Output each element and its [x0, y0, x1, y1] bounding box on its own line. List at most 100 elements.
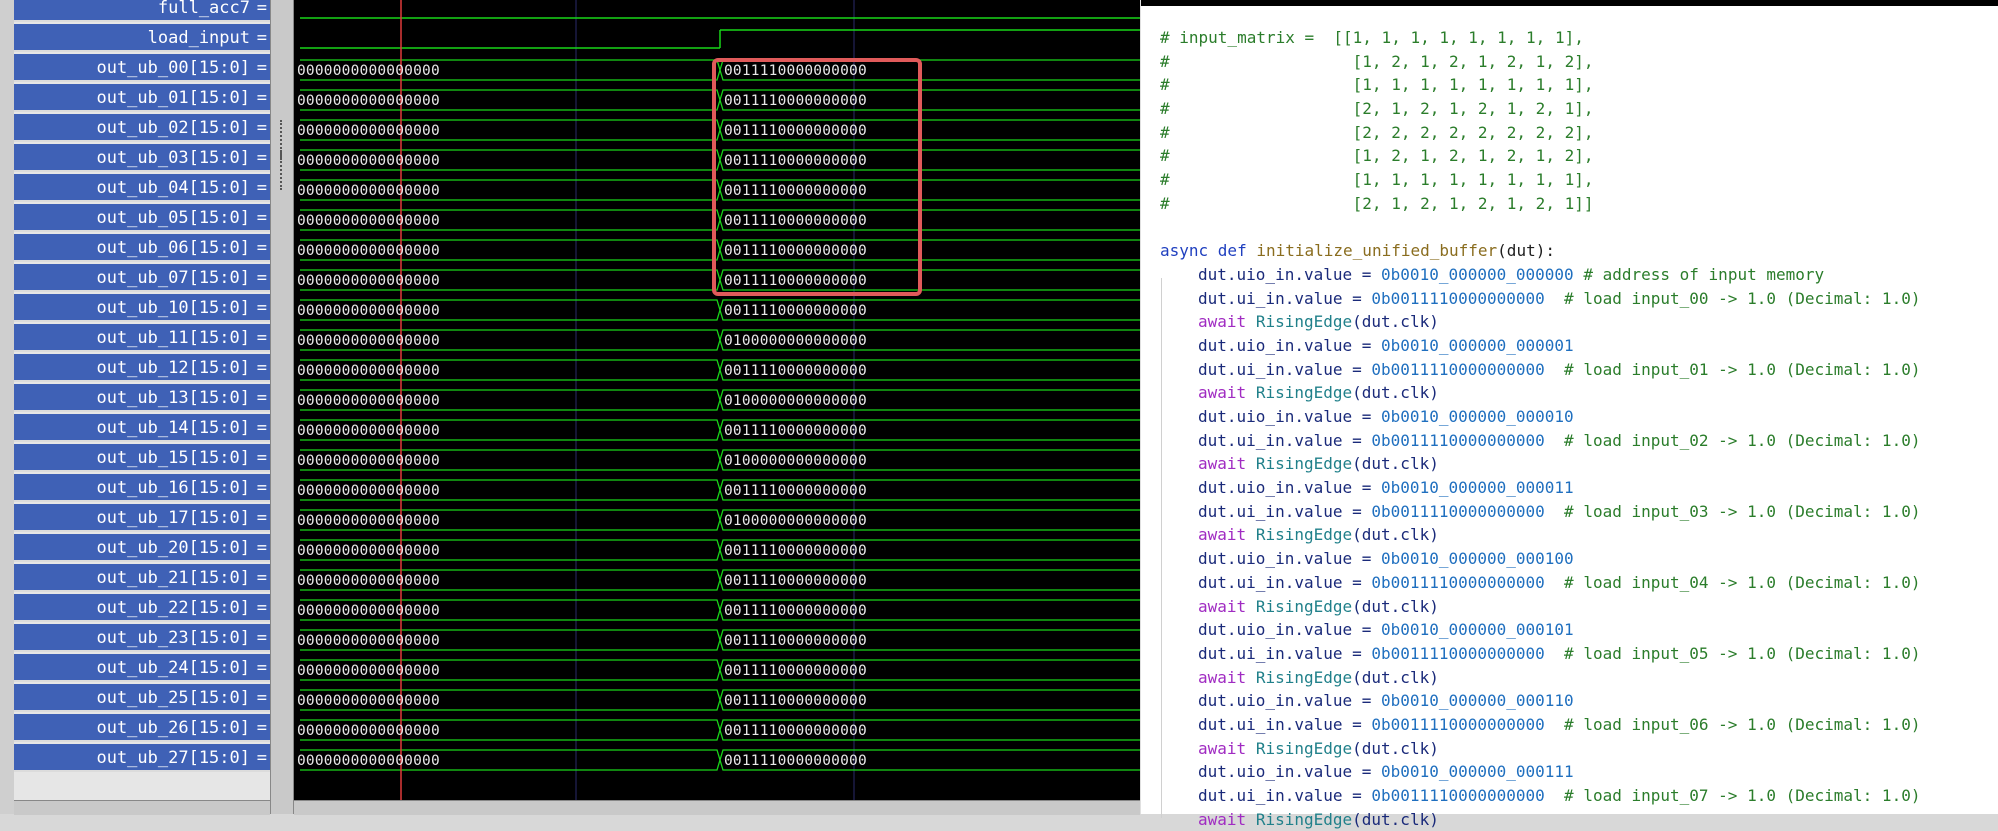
signal-row[interactable]: load_input =: [14, 24, 270, 52]
wave-value-initial: 0000000000000000: [297, 513, 440, 529]
comment-text: # [1, 2, 1, 2, 1, 2, 1, 2],: [1160, 51, 1594, 71]
wave-value-final: 0011110000000000: [724, 693, 867, 709]
signal-name: load_input: [147, 28, 250, 48]
signal-row[interactable]: out_ub_12[15:0] =: [14, 354, 270, 382]
uio-assign-target: dut.uio_in.value =: [1198, 549, 1382, 569]
waveform-scrollbar[interactable]: [294, 800, 1140, 815]
signal-equals: =: [256, 58, 267, 78]
signal-name: out_ub_07[15:0]: [96, 268, 250, 288]
uio-assign-line: dut.uio_in.value = 0b0010_000000_000011: [1160, 476, 1920, 500]
signal-row[interactable]: out_ub_20[15:0] =: [14, 534, 270, 562]
divider-grip-icon[interactable]: [280, 150, 286, 190]
wave-value-initial: 0000000000000000: [297, 213, 440, 229]
signal-row[interactable]: out_ub_21[15:0] =: [14, 564, 270, 592]
signal-row[interactable]: out_ub_01[15:0] =: [14, 84, 270, 112]
signal-row[interactable]: out_ub_10[15:0] =: [14, 294, 270, 322]
data-literal: 0b0011110000000000: [1371, 786, 1545, 805]
signal-name: out_ub_12[15:0]: [96, 358, 250, 378]
comment-line: # [1, 2, 1, 2, 1, 2, 1, 2],: [1160, 50, 1920, 74]
signal-row[interactable]: out_ub_11[15:0] =: [14, 324, 270, 352]
wave-value-initial: 0000000000000000: [297, 243, 440, 259]
signal-row[interactable]: out_ub_24[15:0] =: [14, 654, 270, 682]
signal-panel-scrollbar[interactable]: [14, 800, 270, 815]
wave-value-initial: 0000000000000000: [297, 393, 440, 409]
address-literal: 0b0010_000000_000111: [1381, 762, 1574, 782]
comment-line: # [1, 2, 1, 2, 1, 2, 1, 2],: [1160, 144, 1920, 168]
signal-equals: =: [256, 178, 267, 198]
clk-arg: (dut.clk): [1352, 596, 1439, 616]
signal-name: out_ub_21[15:0]: [96, 568, 250, 588]
signal-row[interactable]: out_ub_06[15:0] =: [14, 234, 270, 262]
comment-text: # [1, 1, 1, 1, 1, 1, 1, 1],: [1160, 170, 1594, 190]
wave-value-final: 0011110000000000: [724, 243, 867, 259]
wave-value-final: 0011110000000000: [724, 153, 867, 169]
signal-name: out_ub_26[15:0]: [96, 718, 250, 738]
function-params: (dut):: [1497, 241, 1555, 261]
wave-value-initial: 0000000000000000: [297, 693, 440, 709]
wave-value-final: 0100000000000000: [724, 453, 867, 469]
signal-row[interactable]: out_ub_07[15:0] =: [14, 264, 270, 292]
uio-assign-line: dut.uio_in.value = 0b0010_000000_000111: [1160, 760, 1920, 784]
await-keyword: await: [1198, 525, 1247, 545]
signal-row[interactable]: out_ub_02[15:0] =: [14, 114, 270, 142]
await-line: await RisingEdge(dut.clk): [1160, 666, 1920, 690]
await-keyword: await: [1198, 738, 1247, 758]
signal-name: out_ub_22[15:0]: [96, 598, 250, 618]
signal-equals: =: [256, 418, 267, 438]
signal-row[interactable]: out_ub_14[15:0] =: [14, 414, 270, 442]
comment-text: # [1, 2, 1, 2, 1, 2, 1, 2],: [1160, 146, 1594, 166]
signal-row[interactable]: out_ub_27[15:0] =: [14, 744, 270, 772]
wave-value-final: 0100000000000000: [724, 393, 867, 409]
data-literal: 0b0011110000000000: [1371, 288, 1545, 308]
signal-row[interactable]: out_ub_16[15:0] =: [14, 474, 270, 502]
signal-row[interactable]: out_ub_15[15:0] =: [14, 444, 270, 472]
signal-row[interactable]: out_ub_23[15:0] =: [14, 624, 270, 652]
data-literal: 0b0011110000000000: [1371, 359, 1545, 379]
signal-row[interactable]: out_ub_26[15:0] =: [14, 714, 270, 742]
wave-value-final: 0011110000000000: [724, 573, 867, 589]
signal-name: out_ub_17[15:0]: [96, 508, 250, 528]
signal-name: full_acc7: [157, 0, 250, 18]
wave-value-final: 0011110000000000: [724, 363, 867, 379]
signal-row[interactable]: out_ub_00[15:0] =: [14, 54, 270, 82]
signal-row[interactable]: out_ub_22[15:0] =: [14, 594, 270, 622]
wave-value-initial: 0000000000000000: [297, 423, 440, 439]
signal-row[interactable]: out_ub_13[15:0] =: [14, 384, 270, 412]
signal-name: out_ub_16[15:0]: [96, 478, 250, 498]
wave-value-initial: 0000000000000000: [297, 183, 440, 199]
signal-equals: =: [256, 28, 267, 48]
ui-assign-line: dut.ui_in.value = 0b0011110000000000 # l…: [1160, 287, 1920, 311]
signal-row[interactable]: out_ub_05[15:0] =: [14, 204, 270, 232]
signal-row[interactable]: full_acc7 =: [14, 0, 270, 22]
signal-row[interactable]: out_ub_25[15:0] =: [14, 684, 270, 712]
wave-value-initial: 0000000000000000: [297, 573, 440, 589]
wave-value-initial: 0000000000000000: [297, 483, 440, 499]
wave-value-final: 0011110000000000: [724, 633, 867, 649]
signal-equals: =: [256, 0, 267, 18]
data-literal: 0b0011110000000000: [1371, 430, 1545, 450]
wave-value-final: 0011110000000000: [724, 753, 867, 769]
wave-value-final: 0011110000000000: [724, 63, 867, 79]
signal-name: out_ub_06[15:0]: [96, 238, 250, 258]
uio-assign-line: dut.uio_in.value = 0b0010_000000_000100: [1160, 547, 1920, 571]
uio-assign-target: dut.uio_in.value =: [1198, 762, 1382, 782]
signal-name: out_ub_01[15:0]: [96, 88, 250, 108]
signal-row[interactable]: out_ub_03[15:0] =: [14, 144, 270, 172]
clk-arg: (dut.clk): [1352, 383, 1439, 403]
signal-row[interactable]: out_ub_04[15:0] =: [14, 174, 270, 202]
code-panel-top-edge: [1141, 0, 1998, 6]
signal-equals: =: [256, 448, 267, 468]
await-line: await RisingEdge(dut.clk): [1160, 381, 1920, 405]
wave-value-initial: 0000000000000000: [297, 663, 440, 679]
ui-assign-line: dut.ui_in.value = 0b0011110000000000 # l…: [1160, 713, 1920, 737]
waveform-viewer[interactable]: 0000000000000000 0011110000000000 00000000…: [294, 0, 1140, 800]
wave-value-final: 0011110000000000: [724, 483, 867, 499]
pane-divider[interactable]: [270, 0, 294, 814]
signal-name: out_ub_00[15:0]: [96, 58, 250, 78]
signal-row[interactable]: out_ub_17[15:0] =: [14, 504, 270, 532]
signal-name: out_ub_27[15:0]: [96, 748, 250, 768]
ui-assign-target: dut.ui_in.value =: [1198, 572, 1372, 592]
